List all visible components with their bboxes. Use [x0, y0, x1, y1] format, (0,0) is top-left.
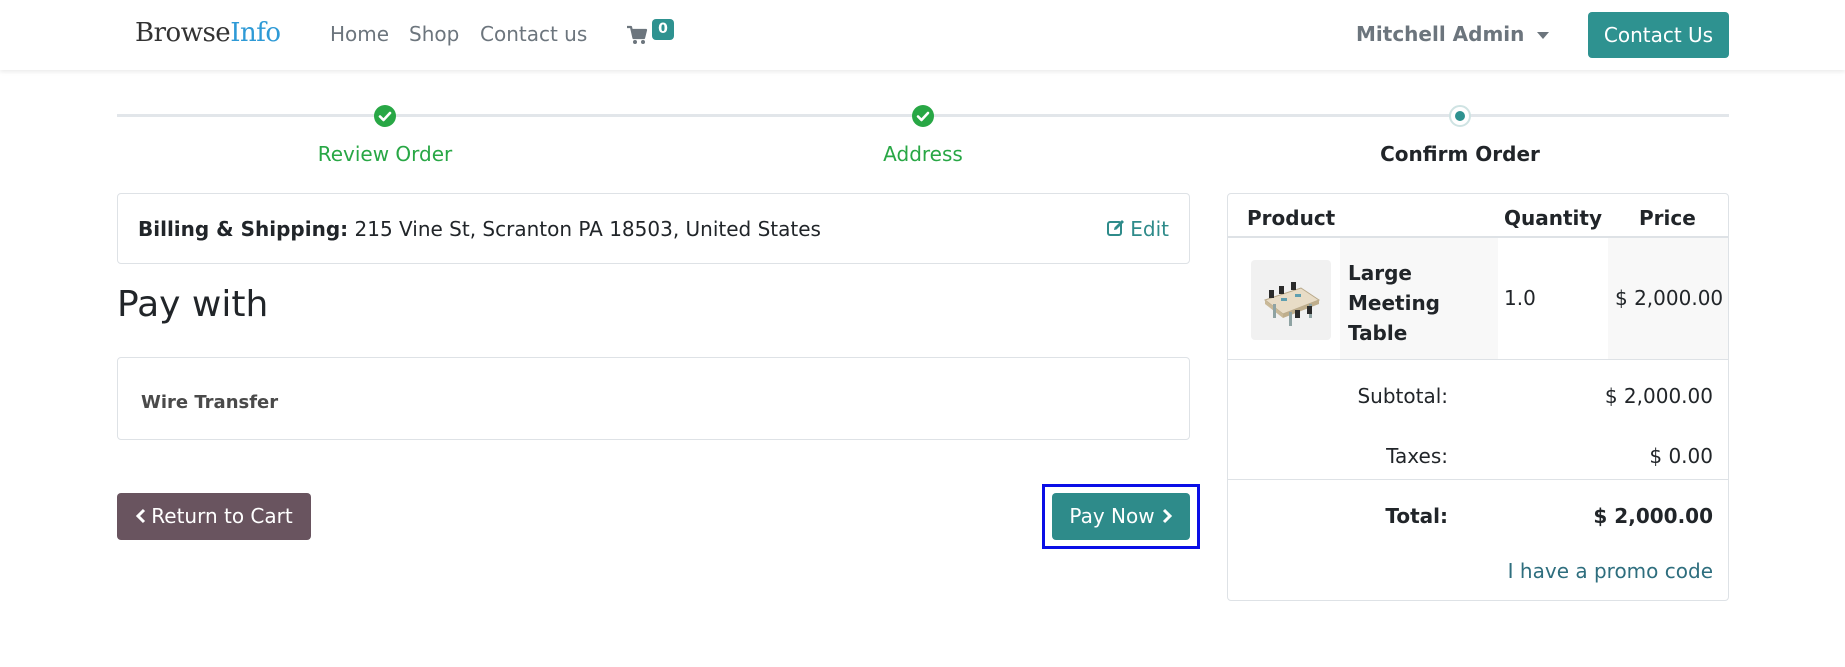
step-current-dot-icon	[1449, 105, 1471, 127]
chevron-down-icon[interactable]	[1537, 32, 1549, 39]
product-name-link[interactable]: Large Meeting Table	[1348, 258, 1468, 348]
summary-header-row: Product Quantity Price	[1228, 194, 1728, 238]
contact-us-button[interactable]: Contact Us	[1588, 12, 1729, 58]
billing-address: 215 Vine St, Scranton PA 18503, United S…	[354, 217, 821, 241]
taxes-label: Taxes:	[1386, 444, 1448, 468]
edit-icon	[1107, 220, 1125, 236]
step-review-check-icon	[374, 105, 396, 127]
header-price: Price	[1639, 206, 1696, 230]
product-quantity: 1.0	[1504, 286, 1536, 310]
taxes-value: $ 0.00	[1649, 444, 1713, 468]
subtotal-label: Subtotal:	[1357, 384, 1448, 408]
brand-logo[interactable]: BrowseInfo	[135, 18, 281, 48]
edit-label: Edit	[1130, 217, 1169, 241]
total-divider	[1228, 479, 1728, 480]
pay-now-button[interactable]: Pay Now	[1052, 493, 1190, 540]
promo-code-link[interactable]: I have a promo code	[1508, 559, 1713, 583]
chevron-left-icon	[136, 508, 146, 524]
cart-count-badge: 0	[652, 19, 674, 40]
cart-icon[interactable]	[626, 24, 648, 46]
total-value: $ 2,000.00	[1593, 504, 1713, 528]
step-confirm-order: Confirm Order	[1380, 142, 1540, 166]
chevron-right-icon	[1162, 508, 1172, 524]
return-to-cart-button[interactable]: Return to Cart	[117, 493, 311, 540]
top-navbar: BrowseInfo Home Shop Contact us 0 Mitche…	[0, 0, 1845, 70]
header-product: Product	[1247, 206, 1336, 230]
billing-shipping-card: Billing & Shipping: 215 Vine St, Scranto…	[117, 193, 1190, 264]
subtotal-value: $ 2,000.00	[1604, 384, 1713, 408]
total-label: Total:	[1385, 504, 1448, 528]
product-thumbnail[interactable]	[1251, 260, 1331, 340]
edit-address-link[interactable]: Edit	[1106, 217, 1169, 241]
table-row: Large Meeting Table 1.0 $ 2,000.00	[1228, 238, 1728, 360]
nav-shop[interactable]: Shop	[409, 22, 459, 46]
product-price: $ 2,000.00	[1615, 286, 1724, 310]
nav-contact-us[interactable]: Contact us	[480, 22, 587, 46]
step-address-check-icon	[912, 105, 934, 127]
pay-with-heading: Pay with	[117, 284, 269, 325]
step-address[interactable]: Address	[773, 142, 1073, 166]
payment-method-label: Wire Transfer	[141, 392, 279, 413]
billing-label: Billing & Shipping:	[138, 217, 349, 241]
order-summary-table: Product Quantity Price Large Meeting Tab…	[1227, 193, 1729, 601]
payment-method-card[interactable]: Wire Transfer	[117, 357, 1190, 440]
step-review-order[interactable]: Review Order	[235, 142, 535, 166]
header-quantity: Quantity	[1504, 206, 1602, 230]
user-menu[interactable]: Mitchell Admin	[1356, 22, 1524, 46]
nav-home[interactable]: Home	[330, 22, 389, 46]
